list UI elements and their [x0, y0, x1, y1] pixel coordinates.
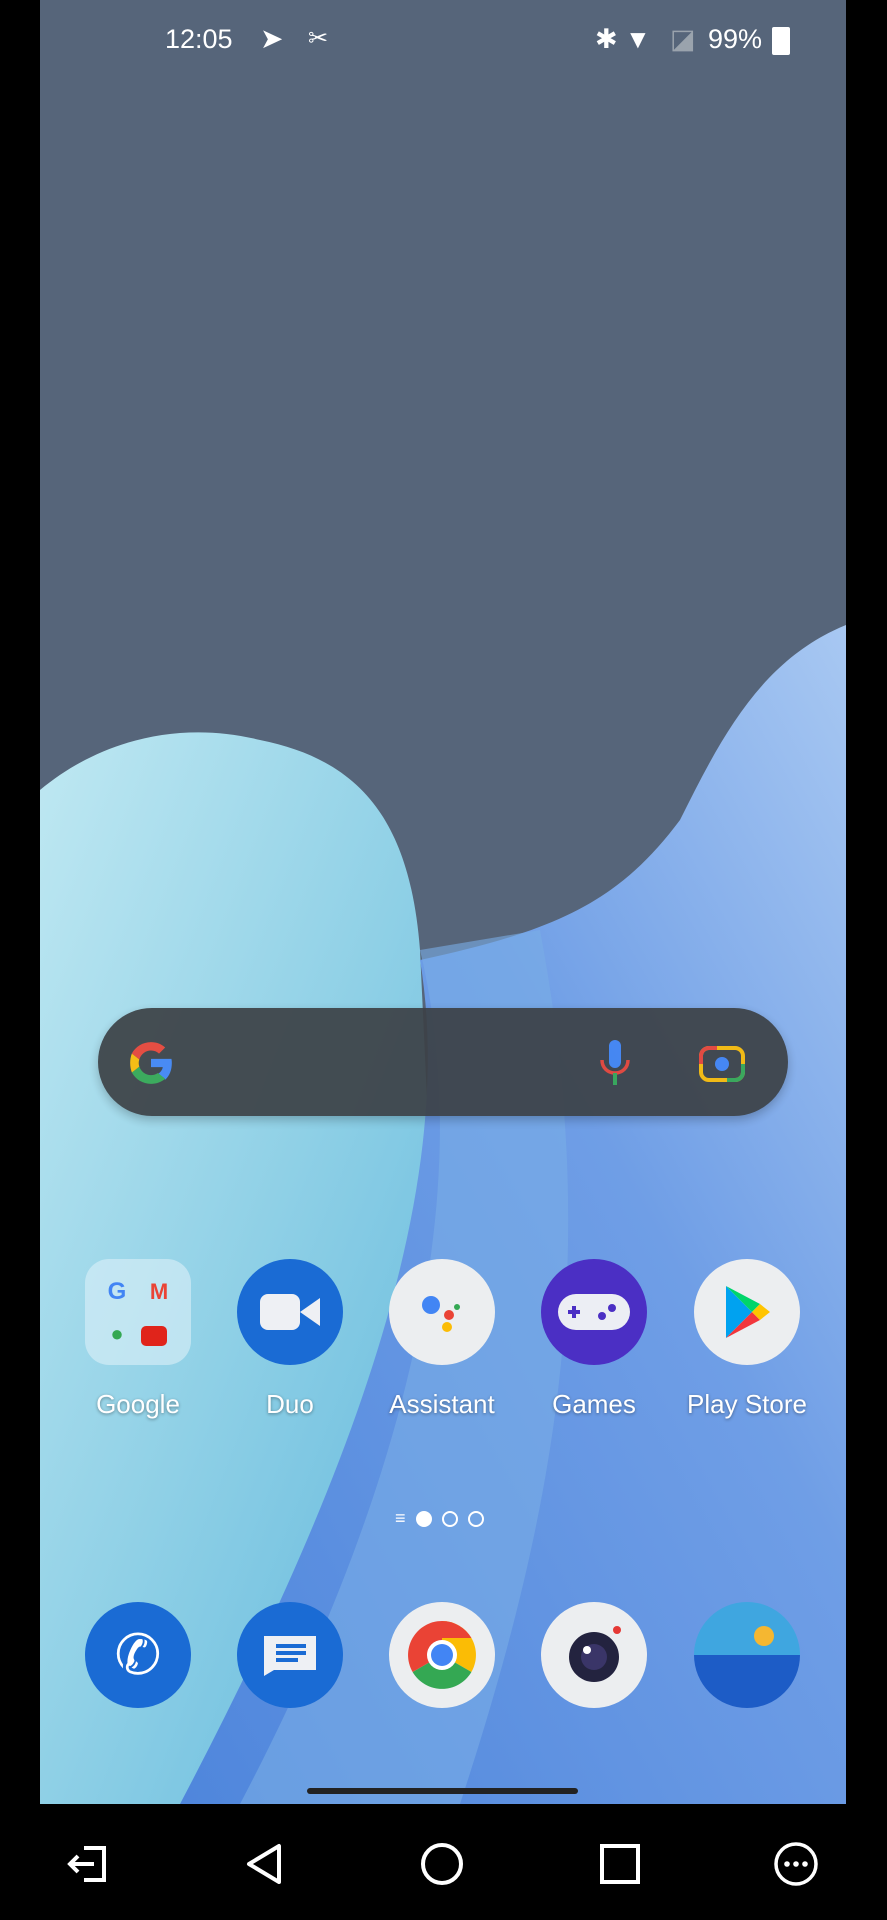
phone-icon: ✆: [85, 1602, 191, 1708]
exit-icon[interactable]: [64, 1840, 112, 1888]
app-games[interactable]: Games: [519, 1259, 669, 1420]
wifi-icon: ▼: [625, 24, 651, 54]
camera-icon: [541, 1602, 647, 1708]
page-dot[interactable]: [441, 1510, 458, 1527]
app-label: Assistant: [389, 1389, 495, 1419]
google-mini-icon: G: [107, 1277, 127, 1305]
gallery-icon: [694, 1602, 800, 1708]
messages-icon: [237, 1602, 343, 1708]
youtube-mini-icon: [141, 1325, 167, 1346]
microphone-icon[interactable]: [598, 1038, 632, 1088]
dock-messages[interactable]: [215, 1602, 365, 1708]
app-label: Duo: [266, 1389, 314, 1419]
home-gesture-bar[interactable]: [307, 1788, 578, 1794]
app-label: Play Store: [687, 1389, 807, 1419]
status-bar: 12:05 ➤ ✂ ✱ ▼ ◪ 99%: [40, 0, 846, 80]
dock-camera[interactable]: [519, 1602, 669, 1708]
back-icon[interactable]: [241, 1840, 289, 1888]
home-screen: 12:05 ➤ ✂ ✱ ▼ ◪ 99% G M ● Google Duo Ass…: [40, 0, 846, 1804]
battery-icon: [772, 27, 790, 55]
wallpaper: [40, 625, 846, 1804]
page-dot-active[interactable]: [415, 1510, 432, 1527]
google-search-bar[interactable]: [98, 1008, 788, 1116]
google-folder-icon: G M ●: [85, 1259, 191, 1365]
page-indicator[interactable]: ≡: [395, 1508, 484, 1529]
app-assistant[interactable]: Assistant: [367, 1259, 517, 1420]
assistant-icon: [389, 1259, 495, 1365]
google-g-icon: [130, 1042, 172, 1084]
dock-chrome[interactable]: [367, 1602, 517, 1708]
lens-camera-icon[interactable]: [698, 1040, 746, 1084]
no-sim-icon: ◪: [670, 24, 696, 54]
dock-gallery[interactable]: [672, 1602, 822, 1708]
dock-phone[interactable]: ✆: [63, 1602, 213, 1708]
gmail-mini-icon: M: [149, 1278, 169, 1304]
battery-text: 99%: [708, 24, 763, 54]
app-label: Google: [96, 1389, 180, 1419]
app-play-store[interactable]: Play Store: [672, 1259, 822, 1420]
app-label: Games: [552, 1389, 636, 1419]
app-duo[interactable]: Duo: [215, 1259, 365, 1420]
bluetooth-icon: ✱: [595, 24, 618, 54]
chrome-icon: [389, 1602, 495, 1708]
recents-icon[interactable]: [596, 1840, 644, 1888]
app-google-folder[interactable]: G M ● Google: [63, 1259, 213, 1420]
home-icon[interactable]: [418, 1840, 466, 1888]
maps-mini-icon: ●: [110, 1320, 124, 1346]
page-dot[interactable]: [467, 1510, 484, 1527]
more-icon[interactable]: [772, 1840, 820, 1888]
send-icon: ➤: [260, 23, 284, 54]
screenshot-scissors-icon: ✂: [308, 25, 329, 52]
app-drawer-icon[interactable]: ≡: [395, 1508, 406, 1529]
play-store-icon: [694, 1259, 800, 1365]
clock: 12:05: [165, 24, 233, 54]
games-icon: [541, 1259, 647, 1365]
navigation-bar: [0, 1804, 887, 1920]
duo-icon: [237, 1259, 343, 1365]
sun-icon: [754, 1626, 774, 1646]
